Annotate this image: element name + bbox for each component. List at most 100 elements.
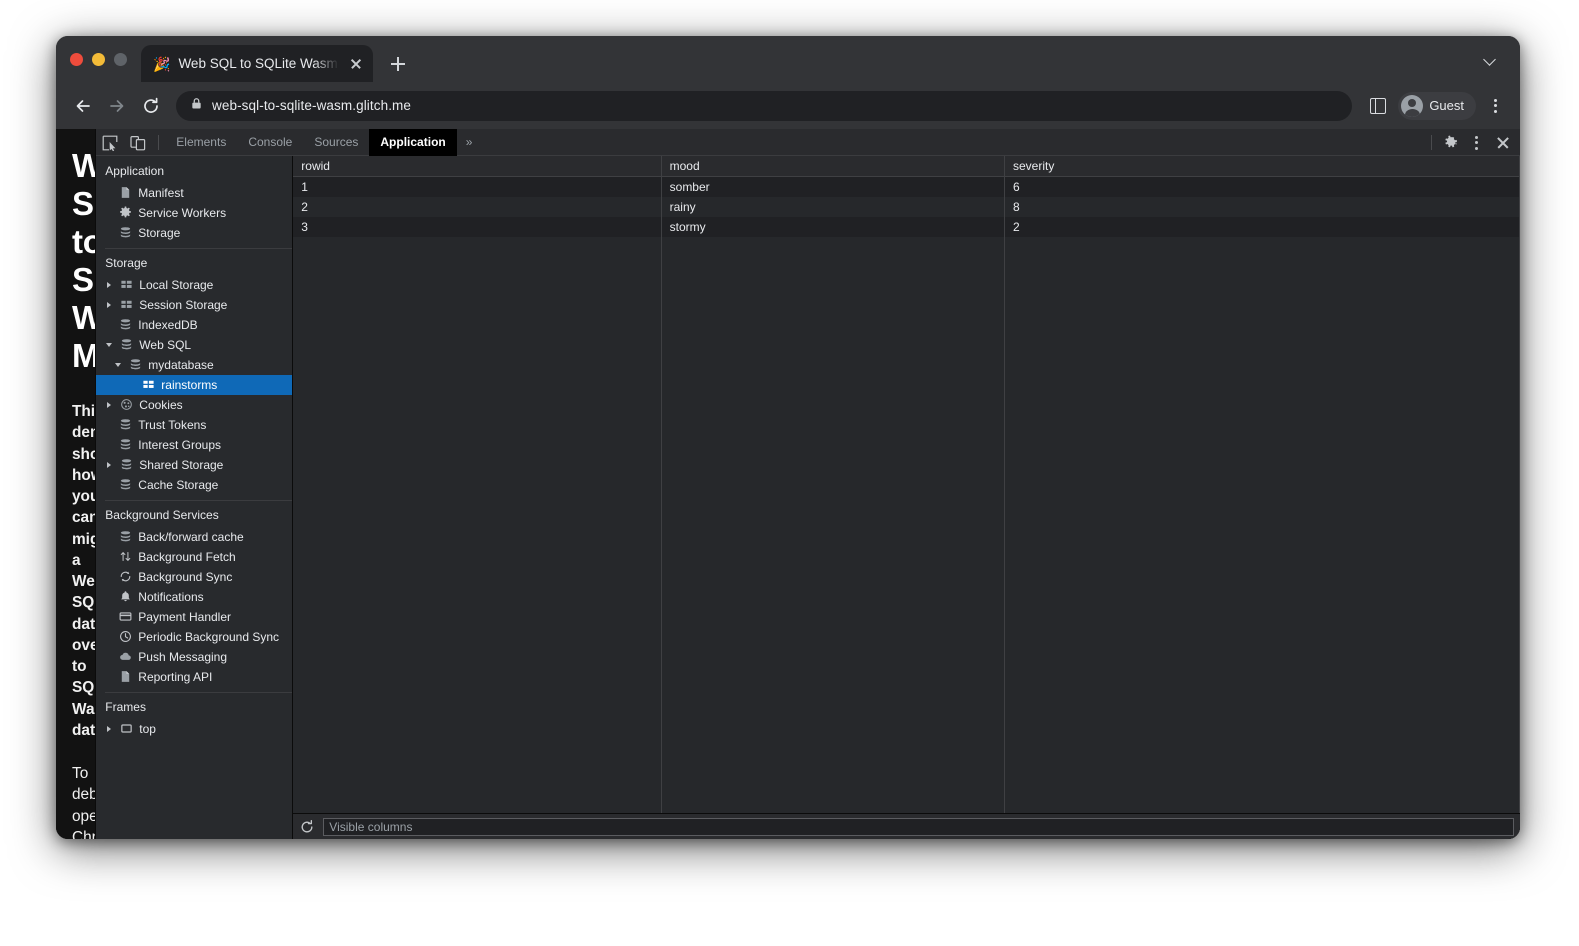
sidebar-item-web-sql[interactable]: Web SQL [96,335,292,355]
column-header-mood[interactable]: mood [661,156,1004,177]
refresh-icon [299,819,315,835]
chevron-right-icon[interactable] [105,395,115,415]
page-lead: This demo shows how you can migrate a We… [72,401,73,741]
sidebar-item-interest-groups[interactable]: Interest Groups [96,435,292,455]
chevron-right-icon[interactable] [105,295,115,315]
page-title: Web SQL to SQLite Wasm Migration [72,147,73,375]
data-grid-scroll[interactable]: rowid mood severity 1 somber [293,156,1520,813]
inspect-element-button[interactable] [96,129,124,156]
browser-window: 🎉 Web SQL to SQLite Wasm Migra [56,36,1520,839]
sidebar-item-label: Notifications [138,590,203,604]
sidebar-section-title: Storage [96,252,292,275]
tab-application[interactable]: Application [369,129,456,156]
device-toolbar-button[interactable] [124,129,152,156]
address-bar[interactable]: web-sql-to-sqlite-wasm.glitch.me [176,91,1352,121]
tab-sources[interactable]: Sources [303,129,369,156]
close-tab-icon[interactable] [347,55,365,73]
sidebar-item-rainstorms[interactable]: rainstorms [96,375,292,395]
tab-console[interactable]: Console [237,129,303,156]
bell-icon [119,590,133,604]
chevron-right-icon[interactable] [105,275,115,295]
sidebar-item-shared-storage[interactable]: Shared Storage [96,455,292,475]
sidebar-item-cookies[interactable]: Cookies [96,395,292,415]
chevron-down-icon[interactable] [114,355,124,375]
database-icon [120,458,134,472]
maximize-window-button[interactable] [114,53,127,66]
sidebar-item-service-workers[interactable]: Service Workers [96,203,292,223]
sidebar-item-background-fetch[interactable]: Background Fetch [96,547,292,567]
profile-label: Guest [1429,98,1464,113]
cell-severity: 6 [1004,177,1519,198]
sidebar-item-label: Interest Groups [138,438,221,452]
sidebar-item-session-storage[interactable]: Session Storage [96,295,292,315]
table-row[interactable]: 3 stormy 2 [293,217,1519,237]
storage-data-grid-panel: rowid mood severity 1 somber [293,156,1520,839]
column-header-rowid[interactable]: rowid [293,156,661,177]
sidebar-item-label: Push Messaging [138,650,227,664]
side-panel-button[interactable] [1364,92,1392,120]
sidebar-item-label: mydatabase [148,358,213,372]
browser-menu-button[interactable] [1482,92,1508,120]
column-header-severity[interactable]: severity [1004,156,1519,177]
cell-severity: 8 [1004,197,1519,217]
browser-toolbar: web-sql-to-sqlite-wasm.glitch.me Guest [56,82,1520,129]
visible-columns-input[interactable] [323,818,1514,836]
sidebar-item-periodic-background-sync[interactable]: Periodic Background Sync [96,627,292,647]
sidebar-item-label: Shared Storage [139,458,223,472]
table-row[interactable]: 1 somber 6 [293,177,1519,198]
devtools-more-options-button[interactable] [1464,129,1490,156]
devtools-settings-button[interactable] [1438,129,1464,156]
profile-button[interactable]: Guest [1398,92,1476,120]
sidebar-item-background-sync[interactable]: Background Sync [96,567,292,587]
more-tabs-button[interactable]: » [457,129,482,156]
devtools-close-button[interactable] [1490,129,1516,156]
sidebar-item-payment-handler[interactable]: Payment Handler [96,607,292,627]
browser-tab[interactable]: 🎉 Web SQL to SQLite Wasm Migra [141,45,373,82]
tab-search-button[interactable] [1478,46,1504,72]
tab-title: Web SQL to SQLite Wasm Migra [178,56,339,71]
sidebar-item-label: Service Workers [138,206,226,220]
sidebar-item-storage[interactable]: Storage [96,223,292,243]
sidebar-item-back-forward-cache[interactable]: Back/forward cache [96,527,292,547]
sidebar-item-indexeddb[interactable]: IndexedDB [96,315,292,335]
close-window-button[interactable] [70,53,83,66]
application-sidebar[interactable]: Application Manifest Service Workers Sto… [96,156,293,839]
chevron-down-icon [1483,53,1496,66]
viewport: Web SQL to SQLite Wasm Migration This de… [56,129,1520,839]
sidebar-item-manifest[interactable]: Manifest [96,183,292,203]
table-row[interactable]: 2 rainy 8 [293,197,1519,217]
sidebar-item-label: Reporting API [138,670,212,684]
sidebar-item-local-storage[interactable]: Local Storage [96,275,292,295]
cookie-icon [120,398,134,412]
sidebar-item-label: Storage [138,226,180,240]
sidebar-item-label: Background Fetch [138,550,235,564]
web-page: Web SQL to SQLite Wasm Migration This de… [56,129,95,839]
sidebar-item-label: Payment Handler [138,610,231,624]
database-icon [120,338,134,352]
sidebar-item-reporting-api[interactable]: Reporting API [96,667,292,687]
sidebar-item-push-messaging[interactable]: Push Messaging [96,647,292,667]
kebab-dot [1494,104,1497,107]
sidebar-item-trust-tokens[interactable]: Trust Tokens [96,415,292,435]
gear-icon [119,206,133,220]
forward-button[interactable] [102,91,132,121]
sidebar-item-notifications[interactable]: Notifications [96,587,292,607]
reload-button[interactable] [136,91,166,121]
new-tab-button[interactable] [383,49,413,79]
sidebar-item-label: IndexedDB [138,318,197,332]
refresh-button[interactable] [298,818,316,836]
chevron-down-icon[interactable] [105,335,115,355]
back-button[interactable] [68,91,98,121]
chevron-right-icon[interactable] [105,455,115,475]
chevron-right-icon[interactable] [105,719,115,739]
sidebar-divider [105,692,292,693]
side-panel-icon [1370,98,1386,114]
sidebar-divider [105,248,292,249]
sidebar-item-cache-storage[interactable]: Cache Storage [96,475,292,495]
tab-elements[interactable]: Elements [165,129,237,156]
sync-icon [119,570,133,584]
sidebar-item-mydatabase[interactable]: mydatabase [96,355,292,375]
sidebar-item-top-frame[interactable]: top [96,719,292,739]
cell-mood: somber [661,177,1004,198]
minimize-window-button[interactable] [92,53,105,66]
